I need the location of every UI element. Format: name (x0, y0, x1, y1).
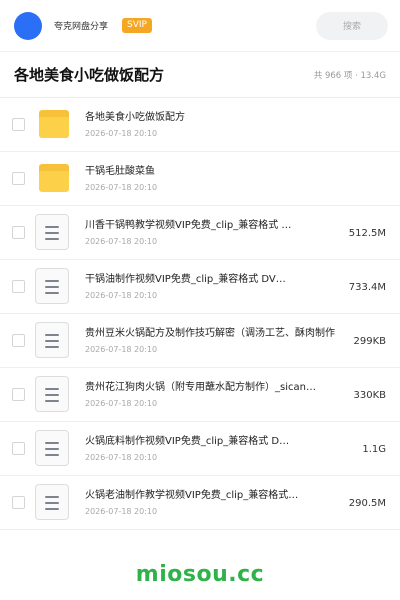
file-size: 1.1G (362, 443, 386, 455)
row-checkbox[interactable] (12, 388, 25, 401)
file-info: 火锅老油制作教学视频VIP免费_clip_兼容格式… 2026-07-18 20… (85, 489, 335, 517)
watermark: miosou.cc (135, 562, 265, 587)
list-item[interactable]: 贵州豆米火锅配方及制作技巧解密（调汤工艺、酥肉制作 2026-07-18 20:… (0, 314, 400, 368)
row-checkbox[interactable] (12, 496, 25, 509)
file-size: 512.5M (348, 227, 386, 239)
folder-icon (39, 109, 69, 140)
list-item[interactable]: 火锅底料制作视频VIP免费_clip_兼容格式 D… 2026-07-18 20… (0, 422, 400, 476)
file-date: 2026-07-18 20:10 (85, 290, 158, 300)
list-item[interactable]: 川香干锅鸭教学视频VIP免费_clip_兼容格式 … 2026-07-18 20… (0, 206, 400, 260)
document-icon (35, 483, 69, 520)
svip-badge: SVIP (122, 18, 152, 33)
document-icon (35, 267, 69, 304)
file-name: 各地美食小吃做饭配方 (85, 111, 185, 123)
file-name: 干锅油制作视频VIP免费_clip_兼容格式 DV… (85, 273, 286, 285)
file-date: 2026-07-18 20:10 (85, 182, 158, 192)
app-header: 夸克网盘分享 SVIP 搜索 (0, 0, 400, 52)
file-name: 贵州花江狗肉火锅（附专用蘸水配方制作）_sican… (85, 381, 316, 393)
file-size: 330KB (353, 389, 386, 401)
row-checkbox[interactable] (12, 172, 25, 185)
file-name: 川香干锅鸭教学视频VIP免费_clip_兼容格式 … (85, 219, 292, 231)
file-date: 2026-07-18 20:10 (85, 506, 158, 516)
file-size: 290.5M (348, 497, 386, 509)
file-date: 2026-07-18 20:10 (85, 398, 158, 408)
search-placeholder: 搜索 (342, 22, 361, 32)
file-info: 贵州花江狗肉火锅（附专用蘸水配方制作）_sican… 2026-07-18 20… (85, 381, 335, 409)
document-icon (35, 213, 69, 250)
file-size: 299KB (353, 335, 386, 347)
row-checkbox[interactable] (12, 226, 25, 239)
document-icon (35, 429, 69, 466)
file-info: 干锅油制作视频VIP免费_clip_兼容格式 DV… 2026-07-18 20… (85, 273, 335, 301)
file-size: 733.4M (348, 281, 386, 293)
file-name: 火锅老油制作教学视频VIP免费_clip_兼容格式… (85, 489, 299, 501)
row-checkbox[interactable] (12, 280, 25, 293)
file-name: 干锅毛肚酸菜鱼 (85, 165, 155, 177)
list-item[interactable]: 贵州花江狗肉火锅（附专用蘸水配方制作）_sican… 2026-07-18 20… (0, 368, 400, 422)
file-info: 贵州豆米火锅配方及制作技巧解密（调汤工艺、酥肉制作 2026-07-18 20:… (85, 327, 335, 355)
title-bar: 各地美食小吃做饭配方 共 966 项 · 13.4G (0, 52, 400, 98)
list-item[interactable]: 干锅油制作视频VIP免费_clip_兼容格式 DV… 2026-07-18 20… (0, 260, 400, 314)
file-name: 火锅底料制作视频VIP免费_clip_兼容格式 D… (85, 435, 290, 447)
file-list: 各地美食小吃做饭配方 2026-07-18 20:10 干锅毛肚酸菜鱼 2026… (0, 98, 400, 530)
file-info: 火锅底料制作视频VIP免费_clip_兼容格式 D… 2026-07-18 20… (85, 435, 335, 463)
row-checkbox[interactable] (12, 118, 25, 131)
file-info: 各地美食小吃做饭配方 2026-07-18 20:10 (85, 111, 335, 139)
file-name: 贵州豆米火锅配方及制作技巧解密（调汤工艺、酥肉制作 (85, 327, 335, 339)
file-date: 2026-07-18 20:10 (85, 236, 158, 246)
avatar[interactable] (14, 11, 42, 40)
page-title: 各地美食小吃做饭配方 (14, 66, 165, 84)
folder-icon (39, 163, 69, 194)
brand-name: 夸克网盘分享 (54, 22, 109, 32)
file-info: 干锅毛肚酸菜鱼 2026-07-18 20:10 (85, 165, 335, 193)
search-input[interactable]: 搜索 (316, 11, 388, 40)
list-item[interactable]: 干锅毛肚酸菜鱼 2026-07-18 20:10 (0, 152, 400, 206)
item-summary: 共 966 项 · 13.4G (313, 70, 386, 81)
file-info: 川香干锅鸭教学视频VIP免费_clip_兼容格式 … 2026-07-18 20… (85, 219, 335, 247)
file-date: 2026-07-18 20:10 (85, 344, 158, 354)
document-icon (35, 321, 69, 358)
list-item[interactable]: 各地美食小吃做饭配方 2026-07-18 20:10 (0, 98, 400, 152)
file-date: 2026-07-18 20:10 (85, 128, 158, 138)
document-icon (35, 375, 69, 412)
row-checkbox[interactable] (12, 334, 25, 347)
list-item[interactable]: 火锅老油制作教学视频VIP免费_clip_兼容格式… 2026-07-18 20… (0, 476, 400, 530)
row-checkbox[interactable] (12, 442, 25, 455)
file-date: 2026-07-18 20:10 (85, 452, 158, 462)
